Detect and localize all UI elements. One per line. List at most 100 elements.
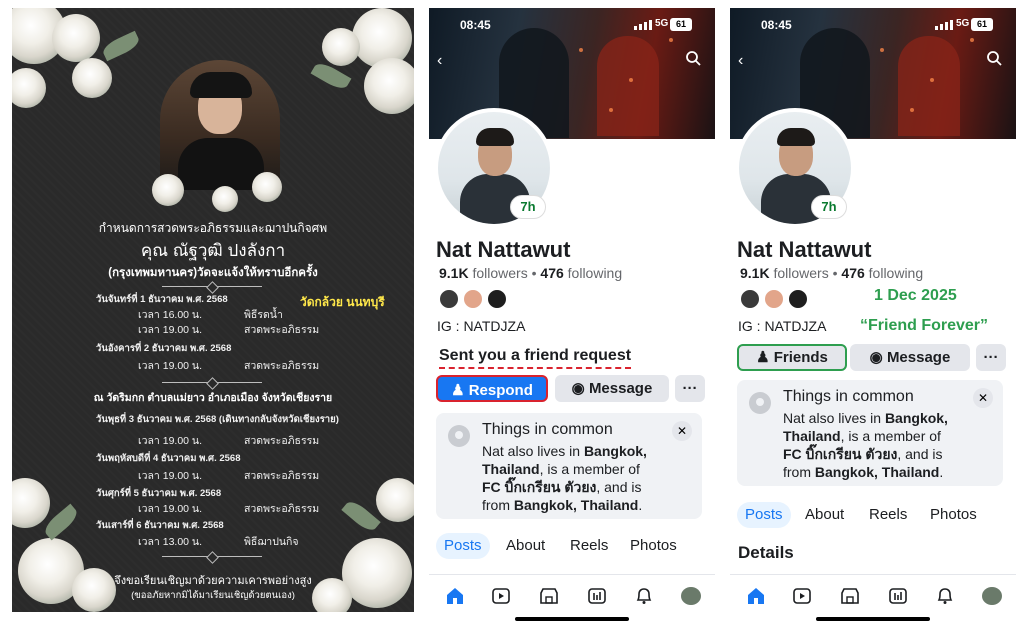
things-in-common-card: Things in common Nat also lives in Bangk… (737, 380, 1003, 486)
message-label: Message (588, 380, 653, 397)
poster-time: เวลา 13.00 น. (138, 536, 203, 548)
search-icon[interactable] (986, 50, 1002, 66)
close-icon[interactable]: ✕ (973, 388, 993, 408)
marketplace-icon[interactable] (840, 587, 860, 605)
tab-about[interactable]: About (506, 533, 545, 559)
flower-decoration (364, 58, 414, 114)
back-arrow-icon[interactable]: ‹ (738, 52, 743, 70)
profile-tabs: Posts About Reels Photos (737, 502, 1007, 530)
followers-label[interactable]: followers (472, 265, 527, 281)
follow-stats: 9.1K followers • 476 following (740, 265, 923, 281)
cover-spark (669, 38, 673, 42)
more-options-button[interactable]: ··· (675, 375, 705, 402)
story-time-badge: 7h (510, 195, 546, 219)
profile-menu-avatar[interactable] (982, 587, 1002, 605)
tab-posts[interactable]: Posts (737, 502, 791, 528)
mutual-avatar (788, 289, 808, 309)
facebook-profile-before: 08:45 5G 61 ‹ 7h Nat Nattawut 9.1K follo… (429, 8, 715, 622)
details-heading: Details (738, 543, 794, 562)
tab-photos[interactable]: Photos (930, 502, 977, 528)
tab-reels[interactable]: Reels (869, 502, 907, 528)
location-pin-icon (749, 392, 771, 414)
video-icon[interactable] (491, 587, 511, 605)
video-icon[interactable] (792, 587, 812, 605)
back-arrow-icon[interactable]: ‹ (437, 52, 442, 70)
mutual-friend-avatars[interactable] (439, 289, 509, 311)
facebook-profile-after: 08:45 5G 61 ‹ 7h Nat Nattawut 9.1K follo… (730, 8, 1016, 622)
respond-button[interactable]: ♟ Respond (436, 375, 548, 402)
following-count[interactable]: 476 (841, 265, 864, 281)
message-button[interactable]: ◉ Message (555, 375, 669, 402)
cover-spark (609, 108, 613, 112)
more-options-button[interactable]: ··· (976, 344, 1006, 371)
mutual-avatar (439, 289, 459, 309)
network-label: 5G (655, 18, 669, 29)
poster-time: เวลา 19.00 น. (138, 435, 203, 447)
card-text-bold: Bangkok, Thailand (513, 497, 639, 513)
following-count[interactable]: 476 (540, 265, 563, 281)
poster-day: วันพฤหัสบดีที่ 4 ธันวาคม พ.ศ. 2568 (96, 453, 241, 464)
friends-button[interactable]: ♟ Friends (737, 344, 847, 371)
status-bar: 08:45 5G 61 (730, 16, 1016, 36)
message-button[interactable]: ◉ Message (850, 344, 970, 371)
signal-icon (935, 20, 953, 30)
tab-posts[interactable]: Posts (436, 533, 490, 559)
close-icon[interactable]: ✕ (672, 421, 692, 441)
things-in-common-card: Things in common Nat also lives in Bangk… (436, 413, 702, 519)
poster-time: เวลา 19.00 น. (138, 503, 203, 515)
story-time-badge: 7h (811, 195, 847, 219)
poster-time: เวลา 19.00 น. (138, 324, 203, 336)
card-text-bold: FC บิ๊กเกรียน ตัวยง (482, 479, 597, 495)
avatar-hair (777, 128, 815, 146)
date-annotation: 1 Dec 2025 (874, 287, 957, 304)
instagram-handle: IG : NATDJZA (738, 318, 827, 334)
flower-decoration (152, 174, 184, 206)
profile-menu-avatar[interactable] (681, 587, 701, 605)
mutual-avatar (463, 289, 483, 309)
poster-name: คุณ ณัฐวุฒิ ปงลังกา (140, 241, 286, 260)
flower-decoration (252, 172, 282, 202)
poster-day: วันศุกร์ที่ 5 ธันวาคม พ.ศ. 2568 (96, 488, 222, 499)
profile-name: Nat Nattawut (737, 237, 872, 262)
poster-event: สวดพระอภิธรรม (244, 324, 320, 336)
flower-decoration (72, 58, 112, 98)
marketplace-icon[interactable] (539, 587, 559, 605)
flower-decoration (212, 186, 238, 212)
card-title: Things in common (783, 388, 914, 405)
tab-photos[interactable]: Photos (630, 533, 677, 559)
status-bar: 08:45 5G 61 (429, 16, 715, 36)
message-label: Message (886, 349, 951, 366)
home-icon[interactable] (746, 587, 766, 605)
mutual-friend-avatars[interactable] (740, 289, 810, 311)
friend-request-annotation: Sent you a friend request (439, 347, 632, 369)
tab-about[interactable]: About (805, 502, 844, 528)
tab-reels[interactable]: Reels (570, 533, 608, 559)
feeds-icon[interactable] (587, 587, 607, 605)
poster-event: สวดพระอภิธรรม (244, 435, 320, 447)
cover-figure (898, 36, 960, 136)
cover-spark (910, 108, 914, 112)
feeds-icon[interactable] (888, 587, 908, 605)
followers-count[interactable]: 9.1K (740, 265, 770, 281)
battery-icon: 61 (971, 18, 993, 31)
poster-day: วันอังคารที่ 2 ธันวาคม พ.ศ. 2568 (96, 343, 232, 354)
card-text: Nat also lives in (482, 443, 584, 459)
followers-count[interactable]: 9.1K (439, 265, 469, 281)
search-icon[interactable] (685, 50, 701, 66)
status-time: 08:45 (460, 18, 491, 32)
home-icon[interactable] (445, 587, 465, 605)
mutual-avatar (764, 289, 784, 309)
following-label[interactable]: following (568, 265, 622, 281)
cover-figure (597, 36, 659, 136)
messenger-icon: ◉ (571, 380, 589, 397)
temple-note: วัดกล้วย นนทบุรี (300, 295, 385, 309)
notifications-icon[interactable] (935, 587, 955, 605)
followers-label[interactable]: followers (773, 265, 828, 281)
notifications-icon[interactable] (634, 587, 654, 605)
cover-spark (880, 48, 884, 52)
card-text: , is a member of (539, 461, 640, 477)
flower-decoration (376, 478, 414, 522)
funeral-poster: กำหนดการสวดพระอภิธรรมและฌาปนกิจศพ คุณ ณั… (12, 8, 414, 612)
poster-footer-note: (ขออภัยหากมิได้มาเรียนเชิญด้วยตนเอง) (131, 590, 295, 601)
following-label[interactable]: following (869, 265, 923, 281)
